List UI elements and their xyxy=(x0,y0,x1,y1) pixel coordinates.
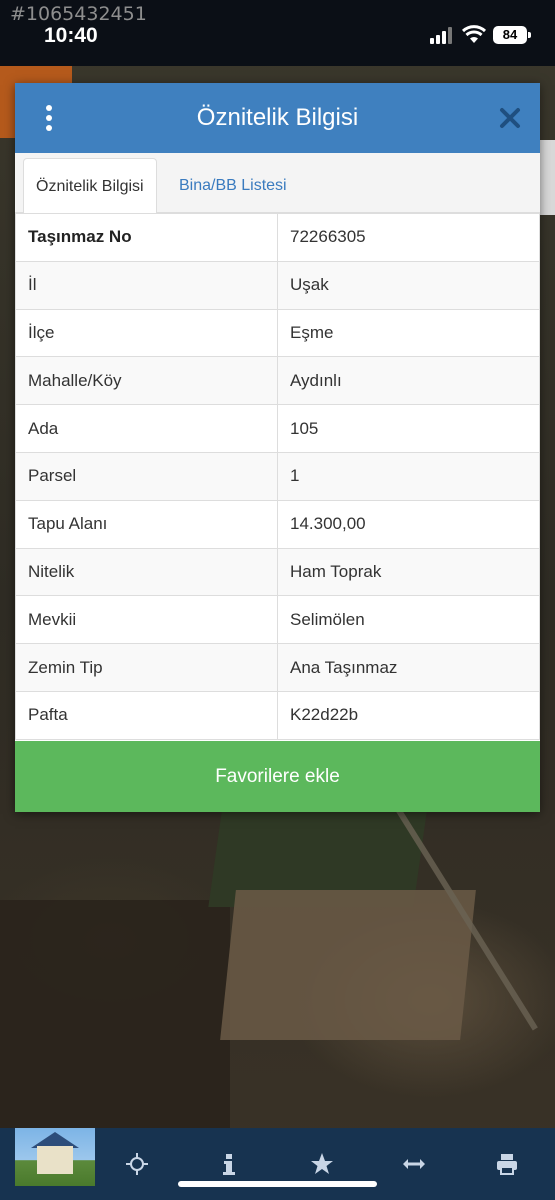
attribute-value: K22d22b xyxy=(277,690,540,740)
attribute-key: İlçe xyxy=(15,308,278,358)
attribute-key: Nitelik xyxy=(15,547,278,597)
listing-watermark-id: #1065432451 xyxy=(10,3,147,25)
attribute-value: Selimölen xyxy=(277,595,540,645)
map-field xyxy=(0,900,230,1130)
add-to-favorites-button[interactable]: Favorilere ekle xyxy=(15,741,540,812)
attribute-value: 72266305 xyxy=(277,213,540,262)
table-row: Taşınmaz No 72266305 xyxy=(15,213,540,262)
cellular-signal-icon xyxy=(430,26,456,44)
attribute-value: Aydınlı xyxy=(277,356,540,406)
close-icon[interactable] xyxy=(497,105,523,131)
table-row: Pafta K22d22b xyxy=(15,690,540,740)
bottom-toolbar xyxy=(0,1128,555,1200)
attribute-value: Ana Taşınmaz xyxy=(277,643,540,692)
attribute-value: 105 xyxy=(277,404,540,453)
tab-bar: Öznitelik Bilgisi Bina/BB Listesi xyxy=(15,153,540,214)
table-row: Zemin Tip Ana Taşınmaz xyxy=(15,643,540,692)
dialog-title: Öznitelik Bilgisi xyxy=(196,104,359,131)
table-row: Parsel 1 xyxy=(15,451,540,501)
table-row: İlçe Eşme xyxy=(15,308,540,358)
attribute-key: Mahalle/Köy xyxy=(15,356,278,406)
attribute-key: Taşınmaz No xyxy=(15,213,278,262)
info-icon[interactable] xyxy=(217,1152,241,1176)
attribute-table: Taşınmaz No 72266305 İl Uşak İlçe Eşme M… xyxy=(15,213,540,740)
print-icon[interactable] xyxy=(495,1152,519,1176)
home-indicator[interactable] xyxy=(178,1181,377,1187)
table-row: İl Uşak xyxy=(15,260,540,310)
table-row: Mahalle/Köy Aydınlı xyxy=(15,356,540,406)
table-row: Tapu Alanı 14.300,00 xyxy=(15,499,540,549)
map-side-panel-edge xyxy=(540,140,555,215)
tab-building-list[interactable]: Bina/BB Listesi xyxy=(167,158,299,214)
attribute-value: 14.300,00 xyxy=(277,499,540,549)
attribute-key: Pafta xyxy=(15,690,278,740)
attribute-key: Zemin Tip xyxy=(15,643,278,692)
attribute-key: Parsel xyxy=(15,451,278,501)
attribute-value: Eşme xyxy=(277,308,540,358)
status-bar: #1065432451 10:40 84 xyxy=(0,0,555,66)
battery-tip xyxy=(528,32,531,38)
attribute-info-dialog: Öznitelik Bilgisi Öznitelik Bilgisi Bina… xyxy=(15,83,540,812)
measure-icon[interactable] xyxy=(402,1152,426,1176)
attribute-key: İl xyxy=(15,260,278,310)
attribute-value: 1 xyxy=(277,451,540,501)
house-body xyxy=(37,1146,73,1174)
map-field xyxy=(220,890,476,1040)
tab-attribute-info[interactable]: Öznitelik Bilgisi xyxy=(23,158,157,214)
battery-icon: 84 xyxy=(493,26,527,44)
attribute-key: Ada xyxy=(15,404,278,453)
house-thumbnail[interactable] xyxy=(15,1128,95,1186)
dialog-header: Öznitelik Bilgisi xyxy=(15,83,540,153)
attribute-value: Uşak xyxy=(277,260,540,310)
attribute-value: Ham Toprak xyxy=(277,547,540,597)
table-row: Mevkii Selimölen xyxy=(15,595,540,645)
table-row: Nitelik Ham Toprak xyxy=(15,547,540,597)
status-time: 10:40 xyxy=(44,24,98,47)
move-icon[interactable] xyxy=(125,1152,149,1176)
attribute-key: Tapu Alanı xyxy=(15,499,278,549)
table-row: Ada 105 xyxy=(15,404,540,453)
attribute-key: Mevkii xyxy=(15,595,278,645)
wifi-icon xyxy=(461,25,487,43)
more-options-icon[interactable] xyxy=(43,105,57,131)
star-icon[interactable] xyxy=(310,1152,334,1176)
